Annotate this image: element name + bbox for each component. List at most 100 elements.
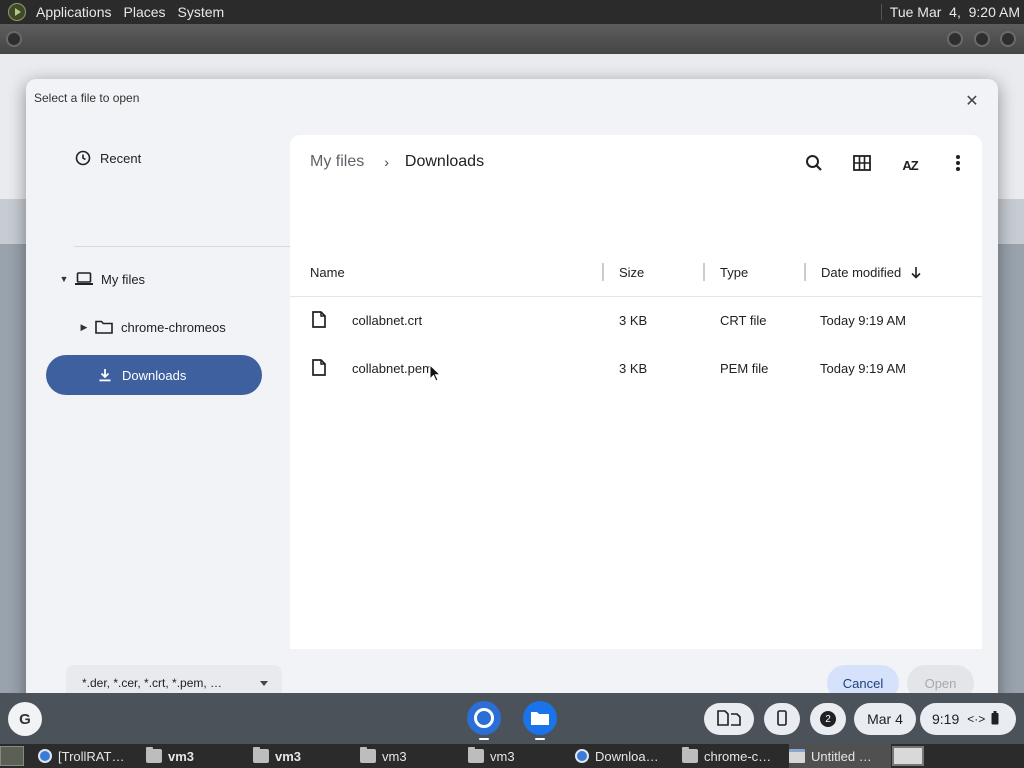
search-icon	[805, 154, 823, 177]
breadcrumb-my-files[interactable]: My files	[310, 153, 364, 171]
dropdown-arrow-icon	[260, 681, 268, 686]
notification-button[interactable]: 2	[810, 703, 846, 735]
sort-button[interactable]: AZ	[894, 149, 926, 181]
sidebar-item-recent[interactable]: Recent	[74, 147, 141, 169]
arrow-down-icon	[911, 267, 921, 282]
file-date: Today 9:19 AM	[820, 361, 906, 376]
taskbar-item-label: vm3	[382, 748, 407, 764]
column-header-date-modified[interactable]: Date modified	[821, 265, 921, 282]
dialog-title: Select a file to open	[34, 91, 140, 105]
vm-titlebar[interactable]	[0, 24, 1024, 54]
filter-value: *.der, *.cer, *.crt, *.pem, …	[82, 676, 223, 690]
sidebar-item-chrome-chromeos[interactable]: ▶ chrome-chromeos	[79, 316, 226, 338]
sidebar-item-my-files[interactable]: ▼ My files	[59, 268, 146, 290]
file-name: collabnet.crt	[352, 313, 423, 328]
download-icon	[96, 366, 114, 384]
more-vert-icon	[955, 154, 961, 177]
phone-hub-button[interactable]	[764, 703, 800, 735]
more-options-button[interactable]	[942, 149, 974, 181]
show-desktop-icon[interactable]	[0, 746, 24, 766]
taskbar-item-vm3[interactable]: vm3	[253, 744, 353, 768]
applications-menu[interactable]: Applications	[30, 0, 118, 24]
launcher-button[interactable]: G	[8, 702, 42, 736]
taskbar-item-trollrat[interactable]: [TrollRAT…	[38, 744, 140, 768]
column-header-size[interactable]: Size	[619, 265, 644, 280]
firefox-icon	[38, 749, 52, 763]
folder-icon	[682, 747, 698, 763]
sidebar-divider	[74, 246, 290, 247]
file-type: PEM file	[720, 361, 769, 376]
running-indicator	[479, 738, 489, 740]
file-size: 3 KB	[619, 361, 648, 376]
window-thumbnail-icon[interactable]	[892, 746, 924, 766]
distro-logo-icon[interactable]	[8, 3, 26, 21]
sidebar-item-label: Downloads	[122, 367, 187, 383]
taskbar-item-chrome-chromeos[interactable]: chrome-c…	[682, 744, 782, 768]
sidebar-item-label: Recent	[100, 150, 142, 166]
caret-right-icon[interactable]: ▶	[79, 322, 89, 333]
battery-icon	[991, 710, 999, 728]
taskbar-item-label: Downloa…	[595, 748, 659, 764]
taskbar-item-label: chrome-c…	[704, 748, 772, 764]
column-header-label: Date modified	[821, 265, 902, 280]
close-icon[interactable]: ✕	[960, 89, 984, 113]
column-header-type[interactable]: Type	[720, 265, 748, 280]
files-app-icon[interactable]	[523, 701, 557, 735]
column-separator[interactable]	[804, 263, 806, 281]
vm-close-icon[interactable]	[1000, 31, 1016, 47]
taskbar-item-label: Untitled …	[811, 748, 872, 764]
folder-icon	[146, 747, 162, 763]
grid-view-button[interactable]	[846, 149, 878, 181]
taskbar-item-downloads[interactable]: Downloa…	[575, 744, 675, 768]
column-separator[interactable]	[602, 263, 604, 281]
mouse-cursor-icon	[429, 363, 442, 387]
taskbar-item-vm3[interactable]: vm3	[468, 744, 568, 768]
taskbar-item-untitled[interactable]: Untitled …	[789, 744, 891, 768]
file-row[interactable]: collabnet.pem 3 KB PEM file Today 9:19 A…	[290, 344, 982, 392]
holding-space-button[interactable]	[704, 703, 754, 735]
dialog-sidebar: Recent ▼ My files ▶ chrome-chromeos Down…	[26, 135, 290, 705]
vm-maximize-icon[interactable]	[974, 31, 990, 47]
gnome-top-panel: Applications Places System Tue Mar 4, 9:…	[0, 0, 1024, 24]
running-indicator	[535, 738, 545, 740]
caret-down-icon[interactable]: ▼	[59, 274, 69, 284]
file-open-dialog: Select a file to open ✕ Recent ▼ My file…	[26, 79, 998, 717]
clock-icon	[74, 149, 92, 167]
breadcrumb-downloads: Downloads	[404, 153, 485, 170]
taskbar-item-label: vm3	[275, 748, 302, 764]
file-row[interactable]: collabnet.crt 3 KB CRT file Today 9:19 A…	[290, 296, 982, 344]
chevron-right-icon: ›	[384, 154, 389, 170]
places-menu[interactable]: Places	[118, 0, 172, 24]
vm-menu-icon[interactable]	[6, 31, 22, 47]
chrome-icon	[575, 749, 589, 763]
laptop-icon	[75, 270, 93, 288]
search-button[interactable]	[798, 149, 830, 181]
file-size: 3 KB	[619, 313, 648, 328]
taskbar-item-label: vm3	[490, 748, 515, 764]
sidebar-item-label: chrome-chromeos	[121, 319, 226, 335]
shelf-date[interactable]: Mar 4	[854, 703, 916, 735]
notification-count: 2	[820, 711, 836, 727]
network-icon: <·>	[967, 712, 986, 726]
sidebar-item-downloads[interactable]: Downloads	[46, 355, 262, 395]
chrome-app-icon[interactable]	[467, 701, 501, 735]
panel-clock[interactable]: Tue Mar 4, 9:20 AM	[880, 4, 1024, 20]
folder-icon	[468, 747, 484, 763]
taskbar-item-vm3[interactable]: vm3	[360, 744, 460, 768]
taskbar-item-label: vm3	[168, 748, 195, 764]
file-date: Today 9:19 AM	[820, 313, 906, 328]
column-separator[interactable]	[703, 263, 705, 281]
status-area[interactable]: 9:19 <·>	[920, 703, 1016, 735]
sort-az-icon: AZ	[902, 157, 918, 173]
gnome-taskbar: [TrollRAT… vm3 vm3 vm3 vm3 Downloa… chro…	[0, 744, 1024, 768]
file-icon	[312, 359, 326, 379]
file-name: collabnet.pem	[352, 361, 433, 376]
folder-icon	[253, 747, 269, 763]
column-header-name[interactable]: Name	[310, 265, 345, 280]
system-menu[interactable]: System	[172, 0, 231, 24]
file-list-header: Name Size Type Date modified	[290, 251, 982, 297]
window-icon	[789, 749, 805, 763]
taskbar-item-vm3[interactable]: vm3	[146, 744, 246, 768]
vm-minimize-icon[interactable]	[947, 31, 963, 47]
sidebar-item-label: My files	[101, 271, 146, 287]
